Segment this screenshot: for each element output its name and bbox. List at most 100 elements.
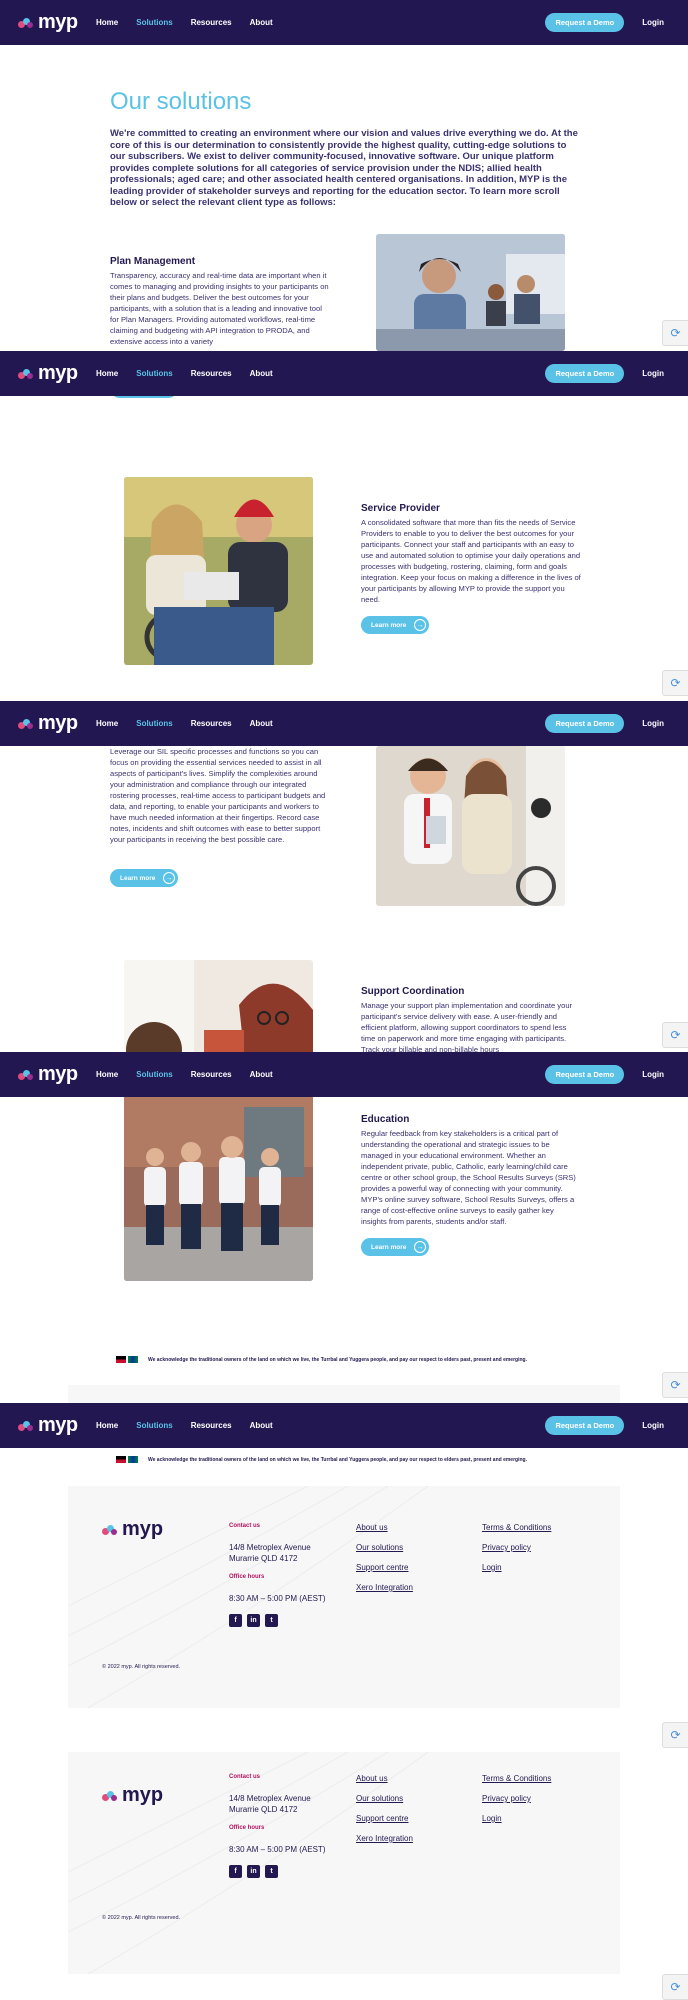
footer-link-about[interactable]: About us xyxy=(356,1774,388,1783)
address-line-1: 14/8 Metroplex Avenue xyxy=(229,1543,311,1552)
acknowledgement: We acknowledge the traditional owners of… xyxy=(116,1356,527,1363)
footer: myp Contact us 14/8 Metroplex Avenue Mur… xyxy=(68,1486,620,1708)
footer-link-support[interactable]: Support centre xyxy=(356,1814,408,1823)
service-provider-body: A consolidated software that more than f… xyxy=(361,518,581,604)
nav-resources[interactable]: Resources xyxy=(191,1070,232,1079)
support-coordination-photo xyxy=(124,960,313,1052)
myp-logo[interactable]: myp xyxy=(18,1063,78,1086)
nav-about[interactable]: About xyxy=(250,1421,273,1430)
top-nav: myp Home Solutions Resources About Request … xyxy=(0,1052,688,1097)
recaptcha-badge[interactable]: ⟳ xyxy=(662,320,688,346)
recaptcha-badge[interactable]: ⟳ xyxy=(662,1372,688,1398)
footer-link-about[interactable]: About us xyxy=(356,1523,388,1532)
nav-home[interactable]: Home xyxy=(96,18,118,27)
footer-myp-logo[interactable]: myp xyxy=(102,1784,163,1807)
recaptcha-badge[interactable]: ⟳ xyxy=(662,1022,688,1048)
nav-solutions[interactable]: Solutions xyxy=(136,1421,172,1430)
support-coordination-title: Support Coordination xyxy=(361,986,465,997)
footer: myp Contact us 14/8 Metroplex Avenue Mur… xyxy=(68,1752,620,1974)
service-learn-more-button[interactable]: Learn more → xyxy=(361,616,429,634)
support-coordination-body: Manage your support plan implementation … xyxy=(361,1001,573,1052)
plan-management-body: Transparency, accuracy and real-time dat… xyxy=(110,271,329,346)
nav-resources[interactable]: Resources xyxy=(191,1421,232,1430)
nav-solutions[interactable]: Solutions xyxy=(136,719,172,728)
plan-management-photo xyxy=(376,234,565,351)
recaptcha-badge[interactable]: ⟳ xyxy=(662,670,688,696)
login-link[interactable]: Login xyxy=(642,1070,664,1079)
linkedin-icon[interactable]: in xyxy=(247,1865,260,1878)
request-demo-button[interactable]: Request a Demo xyxy=(545,1416,625,1435)
education-photo xyxy=(124,1097,313,1281)
top-nav: myp Home Solutions Resources About Request … xyxy=(0,1403,688,1448)
contact-heading: Contact us xyxy=(229,1523,261,1529)
education-title: Education xyxy=(361,1114,410,1125)
footer-link-terms[interactable]: Terms & Conditions xyxy=(482,1523,551,1532)
login-link[interactable]: Login xyxy=(642,1421,664,1430)
copyright: © 2022 myp. All rights reserved. xyxy=(102,1915,181,1921)
contact-heading: Contact us xyxy=(229,1774,261,1780)
nav-home[interactable]: Home xyxy=(96,1421,118,1430)
footer-link-terms[interactable]: Terms & Conditions xyxy=(482,1774,551,1783)
login-link[interactable]: Login xyxy=(642,719,664,728)
office-hours-heading: Office hours xyxy=(229,1825,265,1831)
footer-link-privacy[interactable]: Privacy policy xyxy=(482,1543,531,1552)
nav-resources[interactable]: Resources xyxy=(191,18,232,27)
nav-solutions[interactable]: Solutions xyxy=(136,18,172,27)
request-demo-button[interactable]: Request a Demo xyxy=(545,13,625,32)
nav-about[interactable]: About xyxy=(250,18,273,27)
footer-top-edge xyxy=(68,1385,620,1403)
footer-link-login[interactable]: Login xyxy=(482,1814,502,1823)
arrow-right-icon: → xyxy=(414,1241,426,1253)
arrow-right-icon: → xyxy=(414,619,426,631)
nav-resources[interactable]: Resources xyxy=(191,719,232,728)
top-nav: myp Home Solutions Resources About Request … xyxy=(0,701,688,746)
education-learn-more-button[interactable]: Learn more → xyxy=(361,1238,429,1256)
facebook-icon[interactable]: f xyxy=(229,1865,242,1878)
address-line-2: Murarrie QLD 4172 xyxy=(229,1805,298,1814)
myp-logo[interactable]: myp xyxy=(18,712,78,735)
top-nav: myp Home Solutions Resources About Request … xyxy=(0,351,688,396)
footer-link-login[interactable]: Login xyxy=(482,1563,502,1572)
recaptcha-badge[interactable]: ⟳ xyxy=(662,1974,688,2000)
twitter-icon[interactable]: t xyxy=(265,1614,278,1627)
login-link[interactable]: Login xyxy=(642,369,664,378)
service-provider-photo xyxy=(124,477,313,665)
copyright: © 2022 myp. All rights reserved. xyxy=(102,1664,181,1670)
flags-icon xyxy=(116,1456,138,1463)
request-demo-button[interactable]: Request a Demo xyxy=(545,1065,625,1084)
nav-home[interactable]: Home xyxy=(96,369,118,378)
flags-icon xyxy=(116,1356,138,1363)
facebook-icon[interactable]: f xyxy=(229,1614,242,1627)
footer-link-support[interactable]: Support centre xyxy=(356,1563,408,1572)
intro-text: We're committed to creating an environme… xyxy=(110,128,578,208)
office-hours: 8:30 AM – 5:00 PM (AEST) xyxy=(229,1594,326,1603)
footer-link-solutions[interactable]: Our solutions xyxy=(356,1543,403,1552)
address-line-2: Murarrie QLD 4172 xyxy=(229,1554,298,1563)
myp-logo[interactable]: myp xyxy=(18,11,78,34)
footer-myp-logo[interactable]: myp xyxy=(102,1518,163,1541)
nav-solutions[interactable]: Solutions xyxy=(136,1070,172,1079)
linkedin-icon[interactable]: in xyxy=(247,1614,260,1627)
footer-link-solutions[interactable]: Our solutions xyxy=(356,1794,403,1803)
footer-link-xero[interactable]: Xero Integration xyxy=(356,1834,413,1843)
nav-about[interactable]: About xyxy=(250,369,273,378)
nav-about[interactable]: About xyxy=(250,1070,273,1079)
nav-home[interactable]: Home xyxy=(96,1070,118,1079)
top-nav: myp Home Solutions Resources About Request … xyxy=(0,0,688,45)
myp-logo[interactable]: myp xyxy=(18,1414,78,1437)
myp-logo[interactable]: myp xyxy=(18,362,78,385)
login-link[interactable]: Login xyxy=(642,18,664,27)
footer-link-privacy[interactable]: Privacy policy xyxy=(482,1794,531,1803)
nav-solutions[interactable]: Solutions xyxy=(136,369,172,378)
recaptcha-badge[interactable]: ⟳ xyxy=(662,1722,688,1748)
education-body: Regular feedback from key stakeholders i… xyxy=(361,1129,576,1226)
service-provider-title: Service Provider xyxy=(361,503,440,514)
request-demo-button[interactable]: Request a Demo xyxy=(545,364,625,383)
sil-learn-more-button[interactable]: Learn more → xyxy=(110,869,178,887)
nav-about[interactable]: About xyxy=(250,719,273,728)
twitter-icon[interactable]: t xyxy=(265,1865,278,1878)
nav-home[interactable]: Home xyxy=(96,719,118,728)
request-demo-button[interactable]: Request a Demo xyxy=(545,714,625,733)
nav-resources[interactable]: Resources xyxy=(191,369,232,378)
footer-link-xero[interactable]: Xero Integration xyxy=(356,1583,413,1592)
